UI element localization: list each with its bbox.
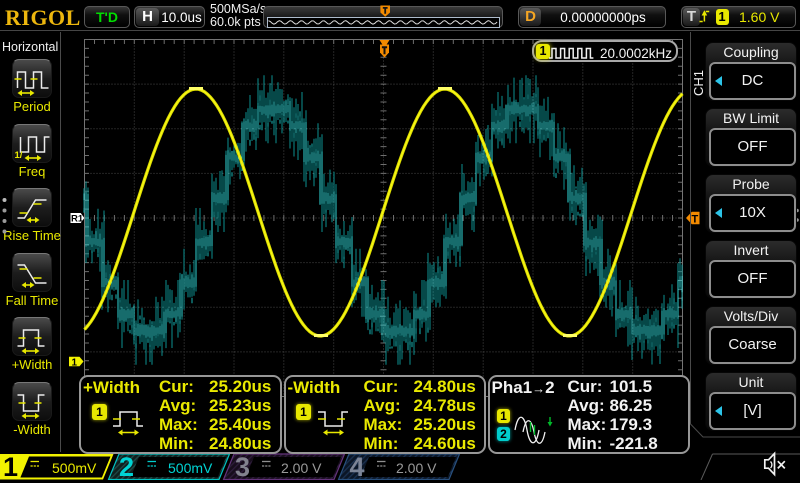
svg-text:1/: 1/: [15, 150, 23, 161]
svg-text:R1: R1: [71, 214, 84, 225]
svg-text:1: 1: [72, 357, 78, 368]
svg-text:CH1: CH1: [691, 70, 706, 96]
